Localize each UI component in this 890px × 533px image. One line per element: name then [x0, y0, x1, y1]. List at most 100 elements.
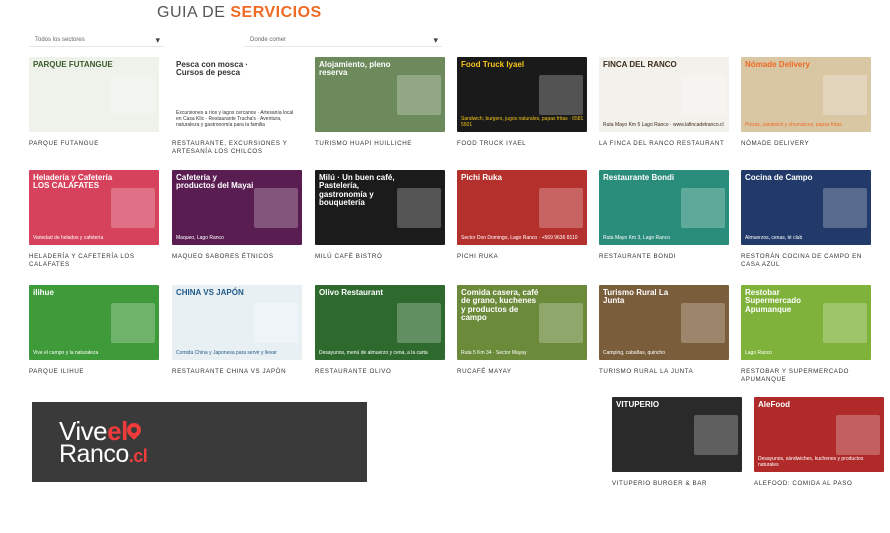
service-card-label[interactable]: PARQUE FUTANGUE — [29, 140, 159, 148]
thumbnail-photo — [111, 75, 155, 115]
service-thumbnail[interactable]: Pichi Ruka Sector Don Domingo, Lago Ranco… — [457, 170, 587, 245]
service-thumbnail[interactable]: Cocina de Campo Almuerzos, cenas, té club — [741, 170, 871, 245]
service-card-label[interactable]: PARQUE ILIHUE — [29, 368, 159, 376]
service-card[interactable]: Pichi Ruka Sector Don Domingo, Lago Ranco… — [457, 170, 587, 270]
service-card[interactable]: Turismo Rural La Junta Camping, cabañas, … — [599, 285, 729, 385]
service-card-label[interactable]: MAQUEO SABORES ÉTNICOS — [172, 253, 302, 261]
thumbnail-photo — [823, 188, 867, 228]
service-card-label[interactable]: PICHI RUKA — [457, 253, 587, 261]
service-thumbnail[interactable]: Milú · Un buen café, Pastelería, gastron… — [315, 170, 445, 245]
thumbnail-caption: Lago Ranco — [745, 350, 772, 356]
service-thumbnail[interactable]: Restobar Supermercado Apumanque Lago Ranc… — [741, 285, 871, 360]
place-filter-select[interactable]: Donde comer ▾ — [244, 33, 442, 47]
service-thumbnail[interactable]: Nómade Delivery Pizzas, sándwich y churra… — [741, 57, 871, 132]
service-thumbnail[interactable]: Heladería y Cafetería LOS CALAFATES Varie… — [29, 170, 159, 245]
service-card[interactable]: Restobar Supermercado Apumanque Lago Ranc… — [741, 285, 871, 385]
thumbnail-title: Food Truck Iyael — [461, 60, 525, 69]
thumbnail-caption: Excursiones a ríos y lagos cercanos · Ar… — [176, 110, 294, 128]
service-thumbnail[interactable]: VITUPERIO — [612, 397, 742, 472]
service-thumbnail[interactable]: Restaurante Bondi Ruta Mayo Km 3, Lago Ra… — [599, 170, 729, 245]
thumbnail-title: ilihue — [33, 288, 54, 297]
service-card[interactable]: Cocina de Campo Almuerzos, cenas, té club… — [741, 170, 871, 270]
service-thumbnail[interactable]: AleFood Desayunos, sándwiches, kuchenes y… — [754, 397, 884, 472]
thumbnail-title: Cafetería y productos del Mayai — [176, 173, 254, 191]
thumbnail-caption: Almuerzos, cenas, té club — [745, 235, 803, 241]
service-thumbnail[interactable]: ilihue Vive el campo y la naturaleza — [29, 285, 159, 360]
service-card[interactable]: Milú · Un buen café, Pastelería, gastron… — [315, 170, 445, 270]
thumbnail-title: Restaurante Bondi — [603, 173, 675, 182]
service-card[interactable]: Comida casera, café de grano, kuchenes y… — [457, 285, 587, 385]
service-card[interactable]: Heladería y Cafetería LOS CALAFATES Varie… — [29, 170, 159, 270]
service-thumbnail[interactable]: CHINA VS JAPÓN Comida China y Japonesa pa… — [172, 285, 302, 360]
thumbnail-title: FINCA DEL RANCO — [603, 60, 677, 69]
service-card-label[interactable]: RESTAURANTE BONDI — [599, 253, 729, 261]
service-card[interactable]: CHINA VS JAPÓN Comida China y Japonesa pa… — [172, 285, 302, 385]
service-card[interactable]: Alojamiento, pleno reserva TURISMO HUAPI … — [315, 57, 445, 157]
thumbnail-photo — [254, 303, 298, 343]
service-card-label[interactable]: TURISMO RURAL LA JUNTA — [599, 368, 729, 376]
service-card[interactable]: Olivo Restaurant Desayunos, menú de almue… — [315, 285, 445, 385]
thumbnail-caption: Sandwich, burgers, jugos naturales, papa… — [461, 116, 584, 128]
thumbnail-title: Olivo Restaurant — [319, 288, 384, 297]
service-card[interactable]: FINCA DEL RANCO Ruta Mayo Km 5 Lago Ranco… — [599, 57, 729, 157]
service-card[interactable]: Restaurante Bondi Ruta Mayo Km 3, Lago Ra… — [599, 170, 729, 270]
thumbnail-title: Pesca con mosca · Cursos de pesca — [176, 60, 249, 78]
thumbnail-photo — [823, 75, 867, 115]
service-thumbnail[interactable]: Alojamiento, pleno reserva — [315, 57, 445, 132]
service-thumbnail[interactable]: Olivo Restaurant Desayunos, menú de almue… — [315, 285, 445, 360]
service-card[interactable]: PARQUE FUTANGUE PARQUE FUTANGUE — [29, 57, 159, 157]
thumbnail-photo — [681, 188, 725, 228]
service-card[interactable]: AleFood Desayunos, sándwiches, kuchenes y… — [754, 397, 884, 497]
thumbnail-title: Restobar Supermercado Apumanque — [745, 288, 802, 314]
thumbnail-photo — [397, 303, 441, 343]
service-card-label[interactable]: RESTORÁN COCINA DE CAMPO EN CASA AZUL — [741, 253, 871, 269]
sector-filter-label: Todos los sectores — [35, 37, 85, 43]
service-card-label[interactable]: MILÚ CAFÉ BISTRÓ — [315, 253, 445, 261]
service-card-label[interactable]: TURISMO HUAPI HUILLICHE — [315, 140, 445, 148]
page-title-accent: SERVICIOS — [230, 4, 322, 21]
service-card[interactable]: ilihue Vive el campo y la naturaleza PARQU… — [29, 285, 159, 385]
sector-filter-select[interactable]: Todos los sectores ▾ — [29, 33, 164, 47]
service-card[interactable]: Cafetería y productos del Mayai Maqueo, L… — [172, 170, 302, 270]
thumbnail-title: Nómade Delivery — [745, 60, 810, 69]
service-card-label[interactable]: RESTAURANTE, EXCURSIONES Y ARTESANÍA LOS… — [172, 140, 302, 156]
service-card-label[interactable]: HELADERÍA Y CAFETERÍA LOS CALAFATES — [29, 253, 159, 269]
thumbnail-photo — [539, 303, 583, 343]
service-card-label[interactable]: FOOD TRUCK IYAEL — [457, 140, 587, 148]
logo-text-cl: .cl — [128, 446, 148, 466]
service-card-label[interactable]: RESTAURANTE CHINA VS JAPÓN — [172, 368, 302, 376]
service-card-label[interactable]: RESTAURANTE OLIVO — [315, 368, 445, 376]
thumbnail-title: Turismo Rural La Junta — [603, 288, 669, 306]
page-title: GUIA DE SERVICIOS — [157, 4, 322, 22]
service-card-label[interactable]: NÓMADE DELIVERY — [741, 140, 871, 148]
thumbnail-photo — [111, 303, 155, 343]
service-card-label[interactable]: RESTOBAR Y SUPERMERCADO APUMANQUE — [741, 368, 871, 384]
service-card-label[interactable]: ALEFOOD: COMIDA AL PASO — [754, 480, 884, 488]
service-card[interactable]: Nómade Delivery Pizzas, sándwich y churra… — [741, 57, 871, 157]
service-thumbnail[interactable]: Pesca con mosca · Cursos de pesca Excursi… — [172, 57, 302, 132]
service-card-label[interactable]: LA FINCA DEL RANCO RESTAURANT — [599, 140, 729, 148]
thumbnail-photo — [397, 75, 441, 115]
logo-line-2: Ranco.cl — [59, 440, 148, 469]
thumbnail-caption: Desayunos, menú de almuerzo y cena, a la… — [319, 350, 428, 356]
service-card[interactable]: Food Truck Iyael Sandwich, burgers, jugos… — [457, 57, 587, 157]
service-thumbnail[interactable]: Cafetería y productos del Mayai Maqueo, L… — [172, 170, 302, 245]
service-thumbnail[interactable]: Food Truck Iyael Sandwich, burgers, jugos… — [457, 57, 587, 132]
service-card-label[interactable]: RUCAFÉ MAYAY — [457, 368, 587, 376]
thumbnail-title: Milú · Un buen café, Pastelería, gastron… — [319, 173, 395, 208]
chevron-down-icon: ▾ — [155, 35, 160, 45]
thumbnail-title: Cocina de Campo — [745, 173, 813, 182]
service-thumbnail[interactable]: Turismo Rural La Junta Camping, cabañas, … — [599, 285, 729, 360]
service-thumbnail[interactable]: FINCA DEL RANCO Ruta Mayo Km 5 Lago Ranco… — [599, 57, 729, 132]
thumbnail-title: AleFood — [758, 400, 790, 409]
service-card-label[interactable]: VITUPERIO BURGER & BAR — [612, 480, 742, 488]
service-thumbnail[interactable]: PARQUE FUTANGUE — [29, 57, 159, 132]
service-card[interactable]: Pesca con mosca · Cursos de pesca Excursi… — [172, 57, 302, 157]
vive-el-ranco-logo[interactable]: Viveel Ranco.cl — [32, 402, 367, 482]
service-card[interactable]: VITUPERIO VITUPERIO BURGER & BAR — [612, 397, 742, 497]
service-thumbnail[interactable]: Comida casera, café de grano, kuchenes y… — [457, 285, 587, 360]
thumbnail-title: CHINA VS JAPÓN — [176, 288, 244, 297]
thumbnail-title: PARQUE FUTANGUE — [33, 60, 113, 69]
thumbnail-caption: Ruta Mayo Km 3, Lago Ranco — [603, 235, 670, 241]
thumbnail-photo — [111, 188, 155, 228]
